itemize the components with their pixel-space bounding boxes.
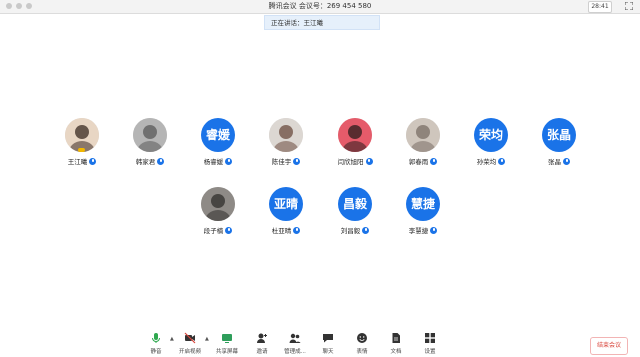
participant-name: 陈佳宇 [271, 158, 292, 166]
video-button[interactable]: 开启视频 [170, 332, 210, 356]
window-title: 腾讯会议 会议号：269 454 580 [268, 2, 372, 10]
participant-name-row: 段子楠 [186, 225, 250, 235]
participant-tile[interactable]: 亚晴 杜亚晴 [254, 187, 318, 243]
participant-avatar-photo [338, 118, 372, 152]
participant-mic-icon [293, 158, 301, 165]
participant-mic-icon [225, 158, 233, 165]
participant-mic-icon [362, 227, 370, 234]
video-label: 开启视频 [178, 349, 201, 355]
participant-tile[interactable]: 闫欣旭阳 [323, 118, 387, 174]
chat-icon [323, 334, 333, 343]
participant-avatar-photo [133, 118, 167, 152]
participant-avatar-initials: 亚晴 [269, 187, 303, 221]
participant-avatar-initials: 昌毅 [338, 187, 372, 221]
meeting-toolbar: 静音 ▲ 开启视频 ▲ 共享屏幕 邀请 管理成... 聊天 表情 文档 设置 [0, 330, 640, 357]
document-icon [392, 333, 400, 343]
participant-avatar-photo [65, 118, 99, 152]
participant-name-row: 孙荣均 [459, 156, 523, 166]
share-screen-button[interactable]: 共享屏幕 [207, 332, 247, 356]
participant-tile[interactable]: 王江曦 [50, 118, 114, 174]
participant-mic-icon [89, 158, 97, 165]
participant-avatar-initials: 慧捷 [406, 187, 440, 221]
participant-mic-icon [498, 158, 506, 165]
settings-label: 设置 [424, 349, 436, 355]
share-screen-icon [222, 334, 232, 343]
participant-mic-icon [293, 227, 301, 234]
participant-name: 张晶 [548, 158, 561, 166]
participant-name-row: 张晶 [527, 156, 591, 166]
participant-mic-icon [157, 158, 165, 165]
members-icon [289, 333, 301, 343]
participant-tile[interactable]: 陈佳宇 [254, 118, 318, 174]
participant-avatar-photo [201, 187, 235, 221]
settings-grid-icon [425, 333, 435, 343]
participant-name-row: 杨睿媛 [186, 156, 250, 166]
participant-mic-icon [430, 158, 438, 165]
participant-tile[interactable]: 段子楠 [186, 187, 250, 243]
participant-avatar-initials: 睿媛 [201, 118, 235, 152]
participant-name-row: 李慧捷 [391, 225, 455, 235]
participant-tile[interactable]: 慧捷 李慧捷 [391, 187, 455, 243]
microphone-icon [152, 333, 160, 343]
participant-mic-icon [225, 227, 233, 234]
participant-mic-icon [430, 227, 438, 234]
participant-name: 闫欣旭阳 [337, 158, 364, 166]
participant-name-row: 韩家君 [118, 156, 182, 166]
speaking-banner: 正在讲话：王江曦 [264, 15, 380, 30]
meeting-timer: 28:41 [588, 1, 612, 13]
participant-name: 段子楠 [203, 227, 224, 235]
participant-tile[interactable]: 昌毅 刘昌毅 [323, 187, 387, 243]
invite-user-icon [257, 333, 267, 343]
participant-name: 郭春雨 [408, 158, 429, 166]
participant-name: 王江曦 [67, 158, 88, 166]
participant-name: 韩家君 [135, 158, 156, 166]
participant-mic-icon [365, 158, 373, 165]
participant-name: 杨睿媛 [203, 158, 224, 166]
participant-tile[interactable]: 荣均 孙荣均 [459, 118, 523, 174]
participant-avatar-initials: 荣均 [474, 118, 508, 152]
end-meeting-button[interactable]: 结束会议 [590, 337, 628, 355]
participant-name-row: 陈佳宇 [254, 156, 318, 166]
participant-name-row: 杜亚晴 [254, 225, 318, 235]
participant-name: 刘昌毅 [340, 227, 361, 235]
participant-mic-icon [563, 158, 570, 165]
participant-name-row: 郭春雨 [391, 156, 455, 166]
participant-name: 李慧捷 [408, 227, 429, 235]
participant-avatar-photo [406, 118, 440, 152]
video-off-icon [184, 332, 196, 344]
participant-tile[interactable]: 郭春雨 [391, 118, 455, 174]
participant-tile[interactable]: 韩家君 [118, 118, 182, 174]
share-screen-label: 共享屏幕 [215, 349, 238, 355]
title-bar: 腾讯会议 会议号：269 454 580 28:41 [0, 0, 640, 14]
participant-name-row: 王江曦 [50, 156, 114, 166]
emoji-icon [357, 333, 367, 343]
participant-name: 孙荣均 [476, 158, 497, 166]
participant-name-row: 闫欣旭阳 [323, 156, 387, 166]
participant-tile[interactable]: 睿媛 杨睿媛 [186, 118, 250, 174]
participant-avatar-photo [269, 118, 303, 152]
participant-avatar-initials: 张晶 [542, 118, 576, 152]
participant-tile[interactable]: 张晶 张晶 [527, 118, 591, 174]
participant-name-row: 刘昌毅 [323, 225, 387, 235]
host-badge-icon [78, 148, 85, 152]
participant-name: 杜亚晴 [271, 227, 292, 235]
settings-button[interactable]: 设置 [410, 332, 450, 356]
fullscreen-icon[interactable] [625, 2, 633, 10]
